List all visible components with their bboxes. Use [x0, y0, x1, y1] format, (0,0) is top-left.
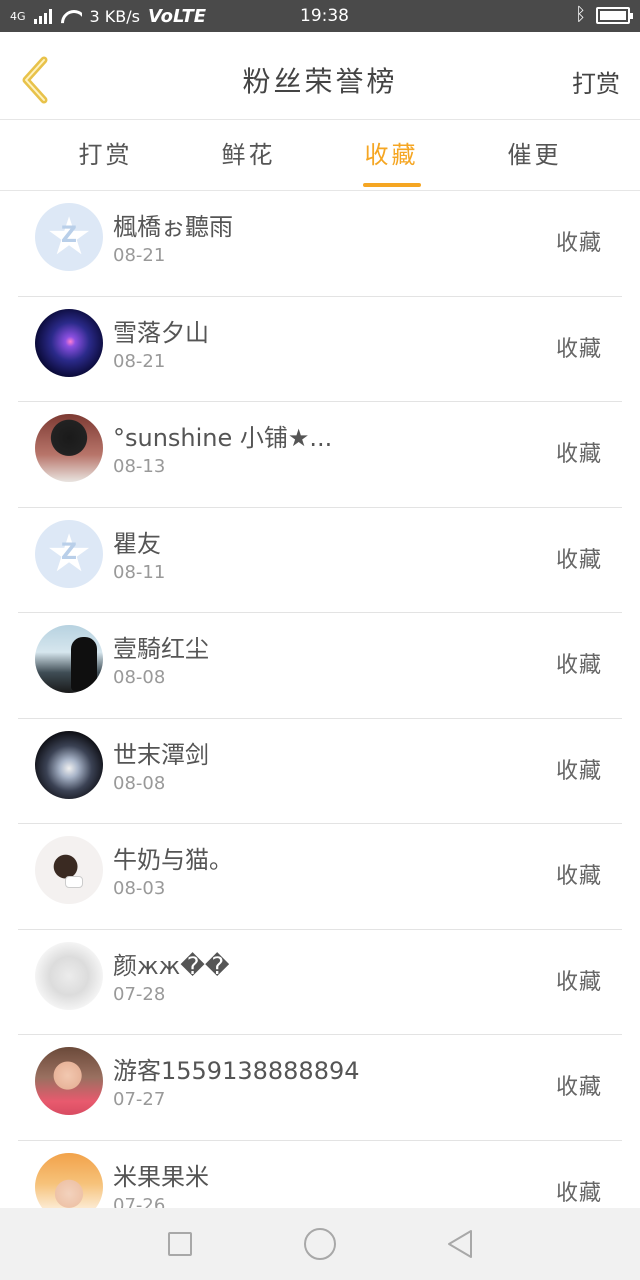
list-item[interactable]: 瞿友 08-11 收藏	[18, 508, 622, 613]
list-item[interactable]: 壹騎红尘 08-08 收藏	[18, 613, 622, 719]
system-back-button[interactable]	[440, 1224, 480, 1264]
list-item[interactable]: 游客1559138888894 07-27 收藏	[18, 1035, 622, 1141]
avatar[interactable]	[35, 1047, 103, 1115]
wifi-icon	[60, 8, 82, 24]
avatar[interactable]	[35, 836, 103, 904]
user-name: 颜жж��	[113, 951, 230, 980]
date: 08-11	[113, 561, 166, 583]
action-label: 收藏	[555, 547, 602, 573]
tab-bar: 打赏 鲜花 收藏 催更	[0, 121, 640, 191]
action-label: 收藏	[555, 231, 602, 256]
system-nav-bar	[0, 1208, 640, 1280]
fan-list: 楓橋ぉ聽雨 08-21 收藏 雪落夕山 08-21 收藏 °sunshine 小…	[0, 191, 640, 1208]
user-name: 壹騎红尘	[113, 635, 209, 663]
avatar[interactable]	[35, 1152, 103, 1208]
tab-flowers[interactable]: 鲜花	[177, 121, 320, 190]
bluetooth-icon: ᛒ	[575, 4, 586, 25]
recent-apps-button[interactable]	[160, 1224, 200, 1264]
action-label: 收藏	[555, 969, 602, 995]
circle-icon	[304, 1228, 336, 1260]
app-header: 粉丝荣誉榜 打赏	[0, 32, 640, 120]
status-bar: 4G 3 KB/s VoLTE 19:38 ᛒ	[0, 0, 640, 32]
tab-favorites[interactable]: 收藏	[320, 121, 463, 190]
action-label: 收藏	[555, 1180, 602, 1206]
user-name: 瞿友	[113, 529, 161, 558]
list-item[interactable]: °sunshine 小铺★... 08-13 收藏	[18, 402, 622, 508]
date: 08-21	[113, 350, 166, 372]
list-item[interactable]: 牛奶与猫。 08-03 收藏	[18, 824, 622, 930]
list-item[interactable]: 楓橋ぉ聽雨 08-21 收藏	[18, 191, 622, 297]
user-name: 世末潭剑	[113, 740, 209, 769]
date: 07-26	[113, 1194, 166, 1209]
avatar[interactable]	[35, 308, 103, 377]
avatar[interactable]	[35, 414, 103, 482]
avatar[interactable]	[35, 941, 103, 1010]
action-label: 收藏	[555, 653, 602, 678]
signal-icon	[33, 8, 52, 24]
triangle-back-icon	[448, 1230, 472, 1258]
user-name: 游客1559138888894	[113, 1057, 360, 1085]
network-speed: 3 KB/s	[89, 6, 140, 26]
network-type: 4G	[10, 9, 26, 23]
date: 08-21	[113, 245, 166, 266]
avatar[interactable]	[35, 519, 103, 588]
action-label: 收藏	[555, 442, 602, 467]
avatar[interactable]	[35, 203, 103, 271]
date: 08-08	[113, 772, 166, 794]
square-icon	[168, 1232, 192, 1256]
reward-button[interactable]: 打赏	[572, 64, 620, 99]
date: 07-28	[113, 983, 166, 1005]
action-label: 收藏	[555, 336, 602, 362]
user-name: 楓橋ぉ聽雨	[113, 213, 233, 241]
page-title: 粉丝荣誉榜	[242, 65, 398, 98]
volte-label: VoLTE	[148, 5, 207, 27]
tab-reward[interactable]: 打赏	[34, 121, 177, 190]
list-item[interactable]: 世末潭剑 08-08 收藏	[18, 719, 622, 824]
action-label: 收藏	[555, 864, 602, 889]
home-button[interactable]	[300, 1224, 340, 1264]
action-label: 收藏	[555, 758, 602, 784]
user-name: 雪落夕山	[113, 318, 209, 347]
date: 08-08	[113, 667, 166, 688]
list-item[interactable]: 颜жж�� 07-28 收藏	[18, 930, 622, 1035]
tab-urge-update[interactable]: 催更	[463, 121, 606, 190]
avatar[interactable]	[35, 625, 103, 693]
list-item[interactable]: 米果果米 07-26 收藏	[18, 1141, 622, 1209]
date: 08-03	[113, 878, 166, 899]
date: 07-27	[113, 1089, 166, 1110]
clock: 19:38	[300, 6, 349, 26]
avatar[interactable]	[35, 730, 103, 799]
user-name: °sunshine 小铺★...	[113, 424, 333, 452]
date: 08-13	[113, 456, 166, 477]
battery-icon	[596, 6, 633, 24]
action-label: 收藏	[555, 1075, 602, 1100]
user-name: 米果果米	[113, 1162, 209, 1191]
user-name: 牛奶与猫。	[113, 846, 233, 874]
list-item[interactable]: 雪落夕山 08-21 收藏	[18, 297, 622, 402]
